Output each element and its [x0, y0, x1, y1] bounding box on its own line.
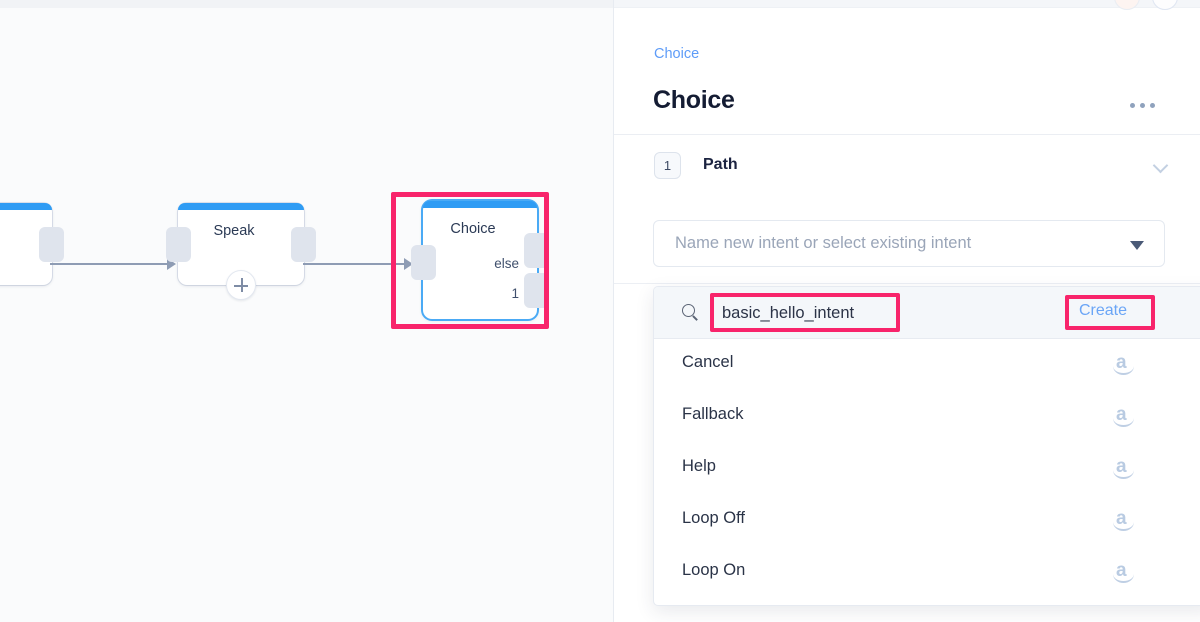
- more-options-icon[interactable]: [1130, 97, 1164, 115]
- intent-select-placeholder: Name new intent or select existing inten…: [675, 234, 971, 253]
- path-label: Path: [703, 156, 738, 174]
- add-step-button[interactable]: [226, 270, 256, 300]
- node-port-right[interactable]: [291, 227, 316, 262]
- path-section-header[interactable]: 1 Path: [614, 135, 1200, 195]
- page-title: Choice: [653, 86, 735, 115]
- flow-node-choice[interactable]: Choice else 1: [423, 201, 537, 319]
- caret-down-icon[interactable]: [1130, 241, 1144, 250]
- list-item[interactable]: Help a: [654, 443, 1200, 495]
- intent-option-label: Cancel: [682, 353, 733, 372]
- node-port-right-1[interactable]: [524, 273, 549, 308]
- flow-canvas[interactable]: Speak Choice else 1: [0, 0, 613, 622]
- intent-option-label: Loop On: [682, 561, 745, 580]
- canvas-top-edge: [0, 0, 613, 8]
- intent-option-label: Fallback: [682, 405, 743, 424]
- search-handle: [692, 315, 698, 321]
- node-port-right[interactable]: [39, 227, 64, 262]
- path-index-badge: 1: [654, 152, 681, 179]
- connector-offscreen-to-speak: [50, 263, 168, 265]
- intent-search-input[interactable]: [722, 300, 902, 326]
- node-port-right-else[interactable]: [524, 233, 549, 268]
- amazon-logo-icon: a: [1112, 353, 1136, 377]
- amazon-logo-icon: a: [1112, 509, 1136, 533]
- create-intent-button[interactable]: Create: [1079, 302, 1127, 320]
- connector-speak-to-choice: [303, 263, 413, 265]
- dot: [1150, 103, 1155, 108]
- search-icon: [682, 304, 700, 322]
- intent-option-label: Loop Off: [682, 509, 745, 528]
- amazon-logo-icon: a: [1112, 457, 1136, 481]
- list-item[interactable]: Loop Off a: [654, 495, 1200, 547]
- panel-top-edge: [614, 0, 1200, 8]
- dot: [1130, 103, 1135, 108]
- intent-search-row[interactable]: Create: [654, 287, 1200, 339]
- panel-header: Choice Choice: [614, 8, 1200, 135]
- intent-select-field[interactable]: Name new intent or select existing inten…: [653, 220, 1165, 267]
- node-branch-1: 1: [494, 279, 519, 309]
- flow-node-offscreen[interactable]: [0, 203, 52, 285]
- breadcrumb[interactable]: Choice: [654, 46, 699, 62]
- node-branch-list: else 1: [494, 249, 519, 309]
- node-type-bar: [423, 201, 537, 208]
- node-branch-else: else: [494, 249, 519, 279]
- list-item[interactable]: Cancel a: [654, 339, 1200, 391]
- amazon-logo-icon: a: [1112, 561, 1136, 585]
- panel-divider: [614, 283, 1200, 284]
- list-item[interactable]: Fallback a: [654, 391, 1200, 443]
- node-title: Choice: [423, 221, 523, 237]
- amazon-logo-icon: a: [1112, 405, 1136, 429]
- node-type-bar: [178, 203, 304, 210]
- node-title: Speak: [178, 223, 290, 239]
- intent-option-list[interactable]: Cancel a Fallback a Help a: [654, 339, 1200, 605]
- intent-dropdown[interactable]: Create Cancel a Fallback a Help a: [653, 286, 1200, 606]
- node-type-bar: [0, 203, 52, 210]
- chevron-down-icon[interactable]: [1154, 160, 1170, 169]
- intent-option-label: Help: [682, 457, 716, 476]
- list-item[interactable]: Loop On a: [654, 547, 1200, 599]
- dot: [1140, 103, 1145, 108]
- node-port-left[interactable]: [411, 245, 436, 280]
- node-port-left[interactable]: [166, 227, 191, 262]
- app-root: Speak Choice else 1: [0, 0, 1200, 622]
